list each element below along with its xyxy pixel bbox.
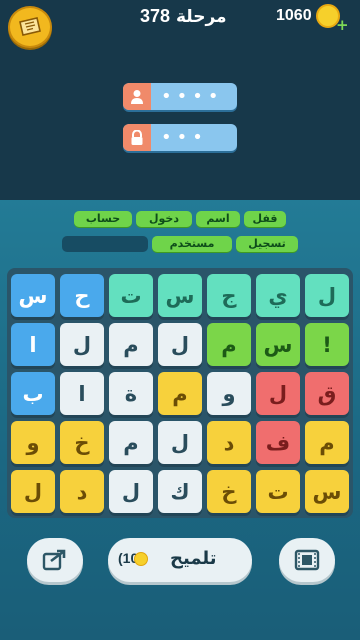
- letter-tile[interactable]: د: [60, 470, 104, 513]
- letter-tile[interactable]: م: [109, 421, 153, 464]
- letter-tile[interactable]: ب: [11, 372, 55, 415]
- level-number: 378: [140, 6, 171, 26]
- username-mask: ••••: [161, 86, 224, 107]
- letter-tile[interactable]: ل: [256, 372, 300, 415]
- answer-word-ism: اسم: [196, 211, 240, 227]
- hint-button[interactable]: (10 تلميح: [108, 538, 252, 582]
- letter-tile[interactable]: و: [11, 421, 55, 464]
- letter-tile[interactable]: و: [207, 372, 251, 415]
- password-field: •••: [123, 124, 237, 151]
- coin-count: 1060: [276, 7, 312, 24]
- answer-word-tasjil: تسجيل: [236, 236, 298, 252]
- video-reward-button[interactable]: [279, 538, 335, 582]
- letter-tile[interactable]: ف: [256, 421, 300, 464]
- letter-tile[interactable]: م: [305, 421, 349, 464]
- share-button[interactable]: [27, 538, 83, 582]
- letter-tile[interactable]: ح: [60, 274, 104, 317]
- letter-tile[interactable]: !: [305, 323, 349, 366]
- level-indicator: 378 مرحلة: [140, 6, 227, 27]
- theme-badge-button[interactable]: [8, 6, 52, 48]
- password-mask: •••: [161, 127, 208, 148]
- letter-tile[interactable]: س: [158, 274, 202, 317]
- letter-tile[interactable]: ل: [158, 421, 202, 464]
- letter-tile[interactable]: ل: [109, 470, 153, 513]
- hint-coin-icon: [134, 552, 148, 566]
- answer-word-dukhul: دخول: [136, 211, 192, 227]
- letter-tile[interactable]: م: [207, 323, 251, 366]
- hint-label: تلميح: [170, 548, 217, 569]
- letter-tile[interactable]: ت: [256, 470, 300, 513]
- film-icon: [294, 549, 320, 571]
- letter-tile[interactable]: د: [207, 421, 251, 464]
- letter-tile[interactable]: ج: [207, 274, 251, 317]
- answer-slot-empty: [62, 236, 148, 252]
- letter-tile[interactable]: س: [256, 323, 300, 366]
- user-icon: [123, 83, 151, 110]
- letter-tile[interactable]: ي: [256, 274, 300, 317]
- letter-tile[interactable]: ا: [60, 372, 104, 415]
- letter-tile[interactable]: م: [109, 323, 153, 366]
- letter-tile[interactable]: خ: [207, 470, 251, 513]
- letter-tile[interactable]: ق: [305, 372, 349, 415]
- letter-tile[interactable]: ل: [158, 323, 202, 366]
- add-coins-plus[interactable]: +: [336, 18, 350, 33]
- letter-tile[interactable]: ل: [60, 323, 104, 366]
- answer-word-hisab: حساب: [74, 211, 132, 227]
- level-label: مرحلة: [175, 7, 227, 27]
- letter-tile[interactable]: ل: [305, 274, 349, 317]
- letter-tile[interactable]: ت: [109, 274, 153, 317]
- username-field: ••••: [123, 83, 237, 110]
- letter-tile[interactable]: س: [305, 470, 349, 513]
- letter-tile[interactable]: خ: [60, 421, 104, 464]
- letter-tile[interactable]: ا: [11, 323, 55, 366]
- share-icon: [42, 549, 66, 571]
- ticket-icon: [19, 17, 41, 36]
- letter-tile[interactable]: س: [11, 274, 55, 317]
- letter-tile[interactable]: ك: [158, 470, 202, 513]
- letter-tile[interactable]: ة: [109, 372, 153, 415]
- answer-word-qafl: قفل: [244, 211, 286, 227]
- answer-word-mustakhdim: مستخدم: [152, 236, 232, 252]
- letter-tile[interactable]: م: [158, 372, 202, 415]
- letter-tile[interactable]: ل: [11, 470, 55, 513]
- lock-icon: [123, 124, 151, 151]
